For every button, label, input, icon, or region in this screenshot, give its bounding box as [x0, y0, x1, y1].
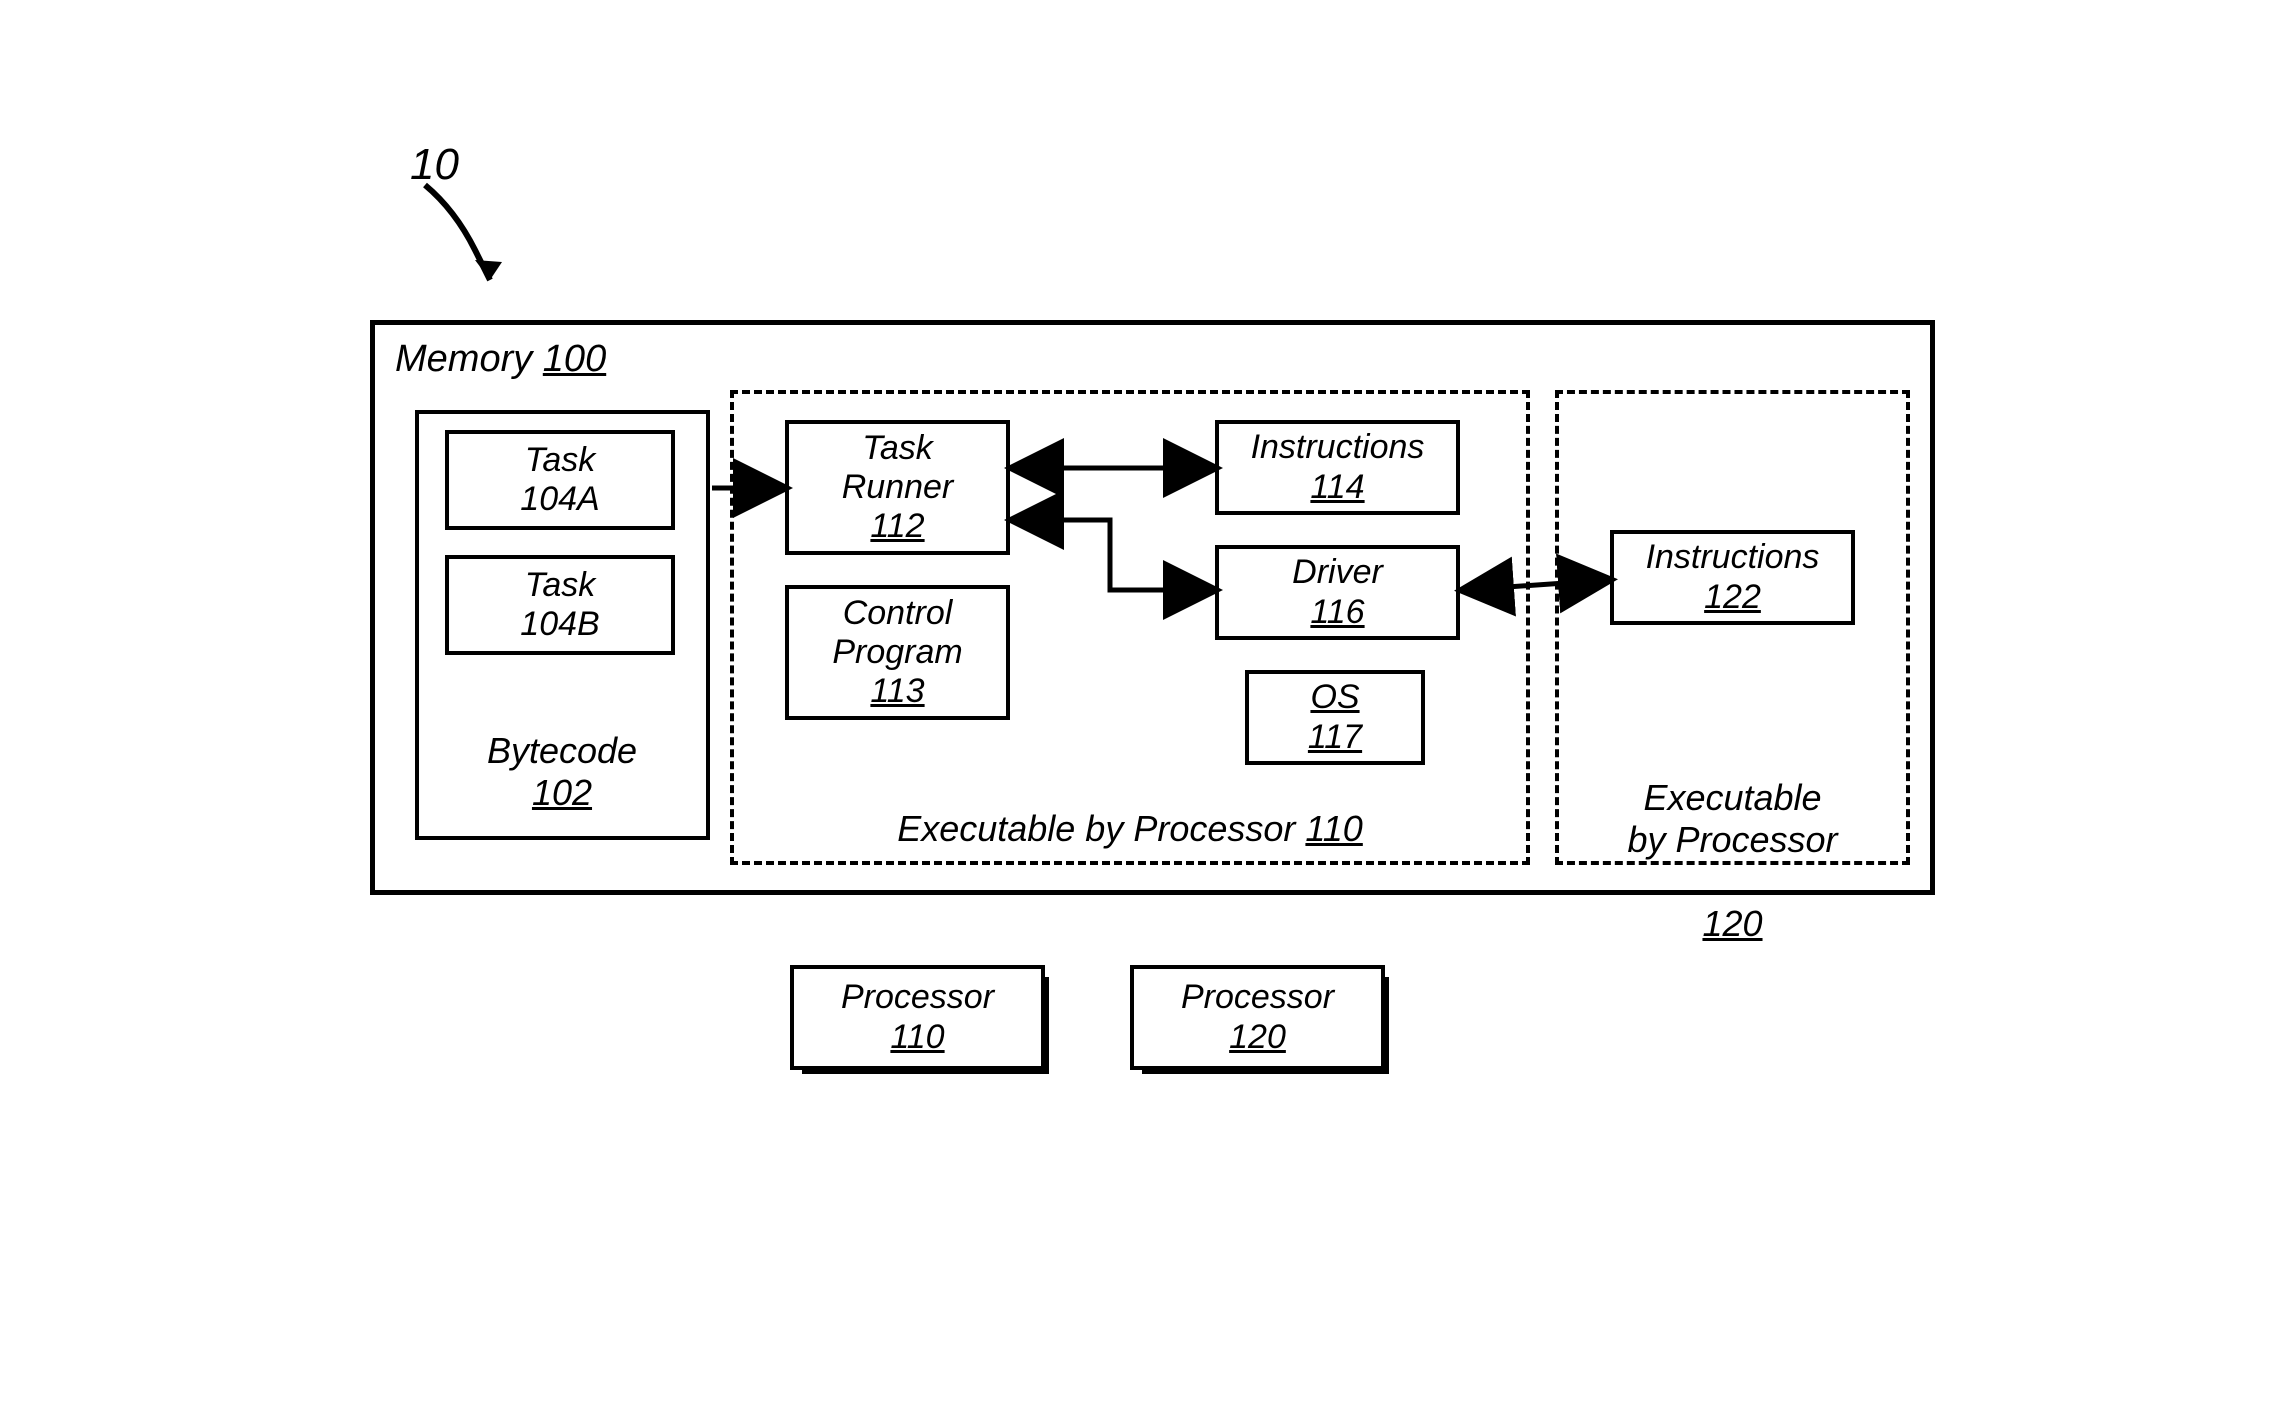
exec-110-label: Executable by Processor [897, 808, 1295, 849]
bytecode-label: Bytecode [487, 730, 637, 771]
memory-ref: 100 [543, 338, 606, 380]
processor-110-block: Processor 110 [790, 965, 1045, 1070]
driver-label: Driver [1292, 553, 1383, 592]
task-a-label: Task [525, 441, 596, 480]
control-program-ref: 113 [870, 672, 924, 711]
control-program-block: Control Program 113 [785, 585, 1010, 720]
instructions-114-ref: 114 [1310, 468, 1364, 507]
driver-ref: 116 [1310, 593, 1364, 632]
task-a-block: Task 104A [445, 430, 675, 530]
figure-arrow [420, 180, 520, 300]
memory-label-text: Memory [395, 338, 532, 380]
instructions-122-block: Instructions 122 [1610, 530, 1855, 625]
exec-120-ref: 120 [1702, 903, 1762, 944]
task-runner-ref: 112 [870, 507, 924, 546]
processor-120-label: Processor [1181, 978, 1334, 1017]
exec-120-caption: Executable by Processor 120 [1615, 735, 1850, 945]
task-b-block: Task 104B [445, 555, 675, 655]
task-a-ref: 104A [520, 480, 599, 519]
processor-110-label: Processor [841, 978, 994, 1017]
exec-120-label: Executable by Processor [1627, 777, 1837, 860]
bytecode-ref: 102 [532, 772, 592, 813]
processor-120-block: Processor 120 [1130, 965, 1385, 1070]
instructions-114-label: Instructions [1251, 428, 1425, 467]
task-runner-label: Task Runner [842, 429, 954, 507]
os-block: OS 117 [1245, 670, 1425, 765]
task-b-label: Task [525, 566, 596, 605]
exec-110-caption: Executable by Processor 110 [870, 808, 1390, 850]
instructions-114-block: Instructions 114 [1215, 420, 1460, 515]
processor-110-ref: 110 [890, 1018, 944, 1057]
instructions-122-label: Instructions [1646, 538, 1820, 577]
os-label: OS [1310, 678, 1359, 717]
memory-label: Memory 100 [395, 338, 606, 381]
task-runner-block: Task Runner 112 [785, 420, 1010, 555]
exec-110-ref: 110 [1305, 808, 1362, 849]
diagram-canvas: 10 Memory 100 Task 104A Task 104B Byteco… [0, 0, 2296, 1413]
instructions-122-ref: 122 [1704, 578, 1761, 617]
processor-120-ref: 120 [1229, 1018, 1286, 1057]
task-b-ref: 104B [520, 605, 599, 644]
driver-block: Driver 116 [1215, 545, 1460, 640]
control-program-label: Control Program [832, 594, 962, 672]
os-ref: 117 [1308, 718, 1362, 757]
bytecode-caption: Bytecode 102 [472, 730, 652, 814]
